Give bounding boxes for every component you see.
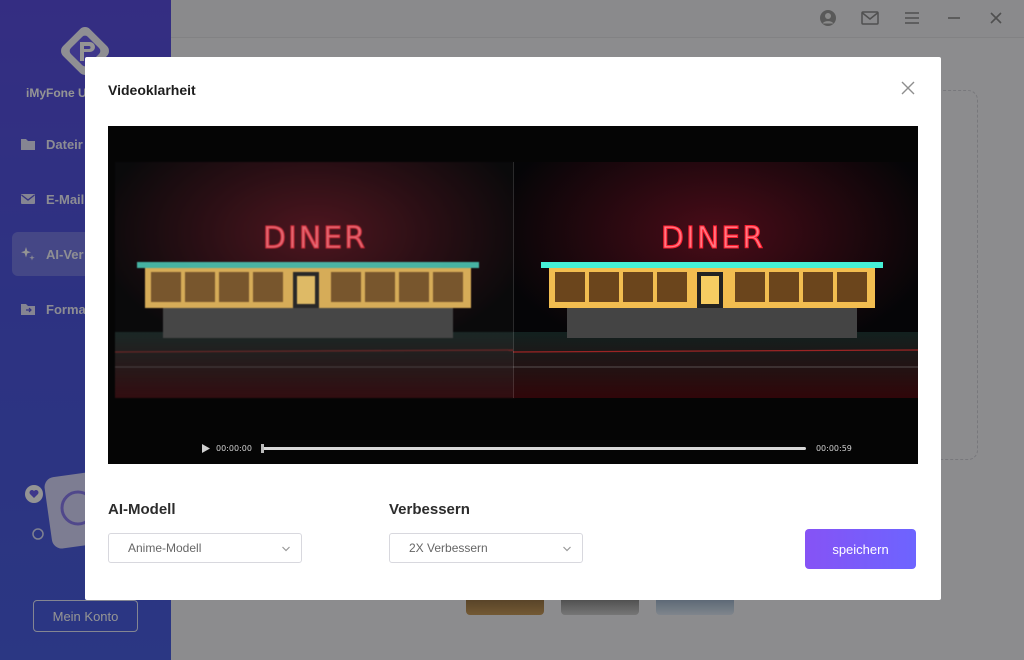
diner-sign-text: DINER — [661, 221, 765, 256]
original-preview-image: DINER — [115, 162, 515, 398]
video-progress-bar[interactable] — [260, 443, 806, 453]
chevron-down-icon — [562, 543, 572, 553]
comparison-divider[interactable] — [513, 162, 514, 398]
enhance-label: Verbessern — [389, 501, 470, 518]
ai-model-value: Anime-Modell — [128, 541, 202, 555]
save-button[interactable]: speichern — [805, 529, 916, 569]
enhanced-preview-image: DINER — [513, 162, 918, 398]
video-preview[interactable]: DINER DINER 00:00:00 00:00:59 — [108, 126, 918, 464]
total-time: 00:00:59 — [815, 443, 852, 453]
dialog-title: Videoklarheit — [108, 82, 196, 98]
ai-model-select[interactable]: Anime-Modell — [108, 533, 302, 563]
enhance-select[interactable]: 2X Verbessern — [389, 533, 583, 563]
progress-handle[interactable] — [260, 443, 264, 453]
video-clarity-dialog: Videoklarheit DINER DINER 00:00:00 00:00… — [85, 57, 941, 600]
chevron-down-icon — [281, 543, 291, 553]
current-time: 00:00:00 — [216, 443, 252, 453]
ai-model-label: AI-Modell — [108, 501, 176, 518]
play-icon[interactable] — [202, 443, 212, 453]
diner-sign-text: DINER — [263, 221, 367, 256]
video-controls: 00:00:00 00:00:59 — [202, 442, 852, 454]
dialog-close-icon[interactable] — [899, 79, 917, 97]
enhance-value: 2X Verbessern — [409, 541, 488, 555]
